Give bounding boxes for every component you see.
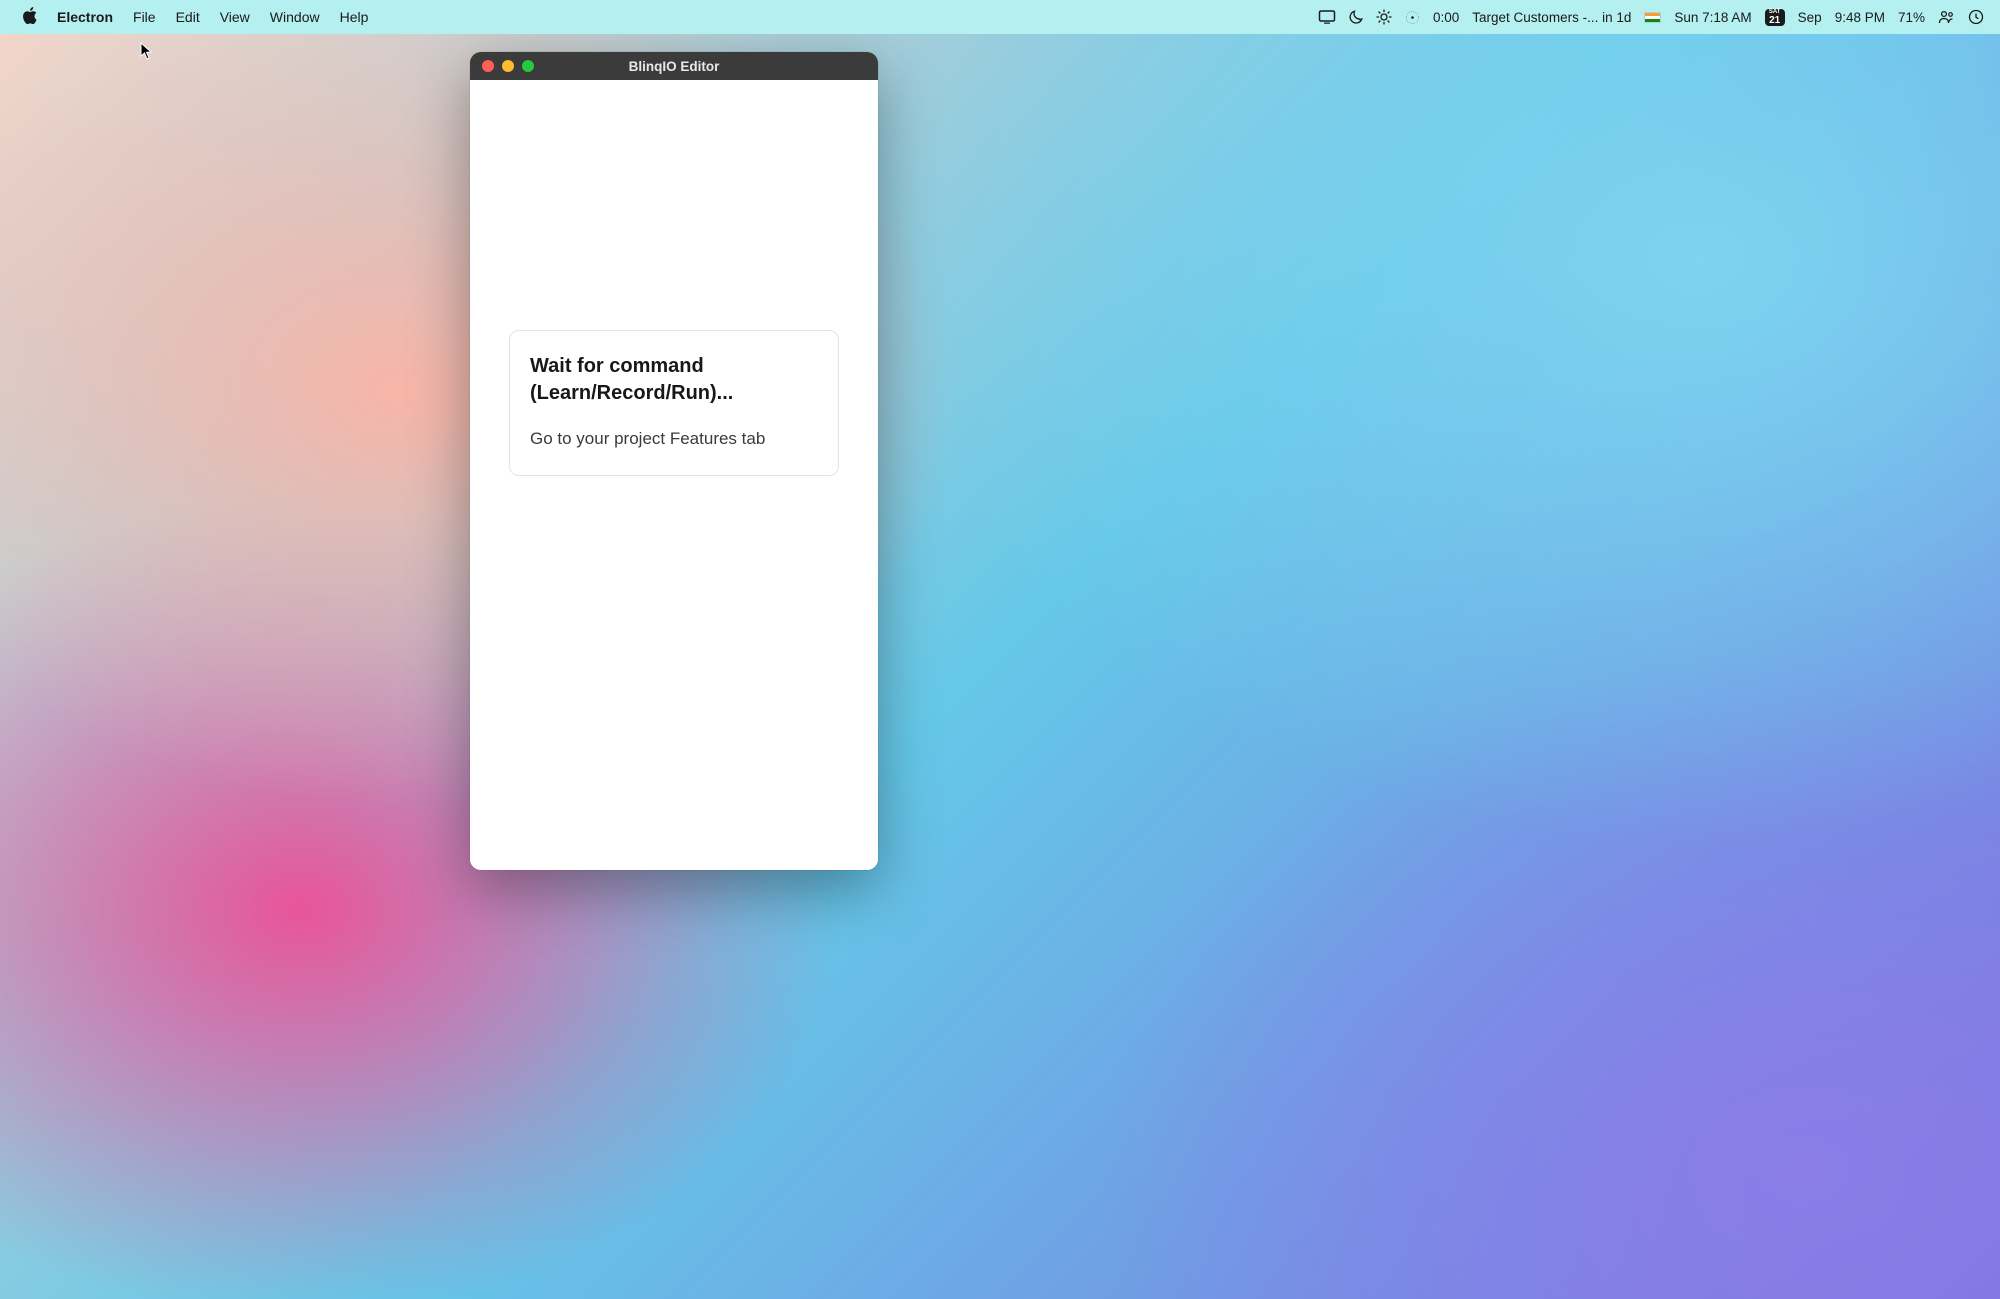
- flag-india-icon[interactable]: [1644, 12, 1661, 23]
- menubar-app-name[interactable]: Electron: [57, 9, 113, 25]
- window-titlebar[interactable]: BlinqIO Editor: [470, 52, 878, 80]
- menubar-right: 0:00 Target Customers -... in 1d Sun 7:1…: [1318, 9, 1984, 26]
- status-card-body: Go to your project Features tab: [530, 429, 818, 449]
- display-icon[interactable]: [1318, 10, 1336, 24]
- window-zoom-button[interactable]: [522, 60, 534, 72]
- desktop: Electron File Edit View Window Help 0:00…: [0, 0, 2000, 1299]
- menu-file[interactable]: File: [133, 9, 156, 25]
- app-window: BlinqIO Editor Wait for command (Learn/R…: [470, 52, 878, 870]
- cursor-icon: [140, 42, 154, 65]
- macos-menubar: Electron File Edit View Window Help 0:00…: [0, 0, 2000, 34]
- timer-icon[interactable]: [1405, 10, 1420, 25]
- sun-icon[interactable]: [1376, 9, 1392, 25]
- moon-icon[interactable]: [1349, 10, 1363, 24]
- status-task-text[interactable]: Target Customers -... in 1d: [1472, 10, 1631, 25]
- menu-help[interactable]: Help: [340, 9, 369, 25]
- window-body: Wait for command (Learn/Record/Run)... G…: [470, 80, 878, 870]
- status-card-heading: Wait for command (Learn/Record/Run)...: [530, 353, 818, 407]
- window-close-button[interactable]: [482, 60, 494, 72]
- traffic-lights: [470, 60, 534, 72]
- menubar-left: Electron File Edit View Window Help: [22, 7, 368, 27]
- window-minimize-button[interactable]: [502, 60, 514, 72]
- menu-view[interactable]: View: [220, 9, 250, 25]
- menu-edit[interactable]: Edit: [176, 9, 200, 25]
- timer-value[interactable]: 0:00: [1433, 10, 1459, 25]
- status-card: Wait for command (Learn/Record/Run)... G…: [509, 330, 839, 476]
- battery-percent[interactable]: 71%: [1898, 10, 1925, 25]
- menu-window[interactable]: Window: [270, 9, 320, 25]
- apple-menu-icon[interactable]: [22, 7, 37, 27]
- calendar-icon[interactable]: SAT 21: [1765, 9, 1785, 26]
- clock-primary[interactable]: 9:48 PM: [1835, 10, 1885, 25]
- status-month[interactable]: Sep: [1798, 10, 1822, 25]
- calendar-icon-day: 21: [1769, 16, 1780, 26]
- clock-secondary[interactable]: Sun 7:18 AM: [1674, 10, 1751, 25]
- clock-outline-icon[interactable]: [1968, 9, 1984, 25]
- user-switch-icon[interactable]: [1938, 10, 1955, 24]
